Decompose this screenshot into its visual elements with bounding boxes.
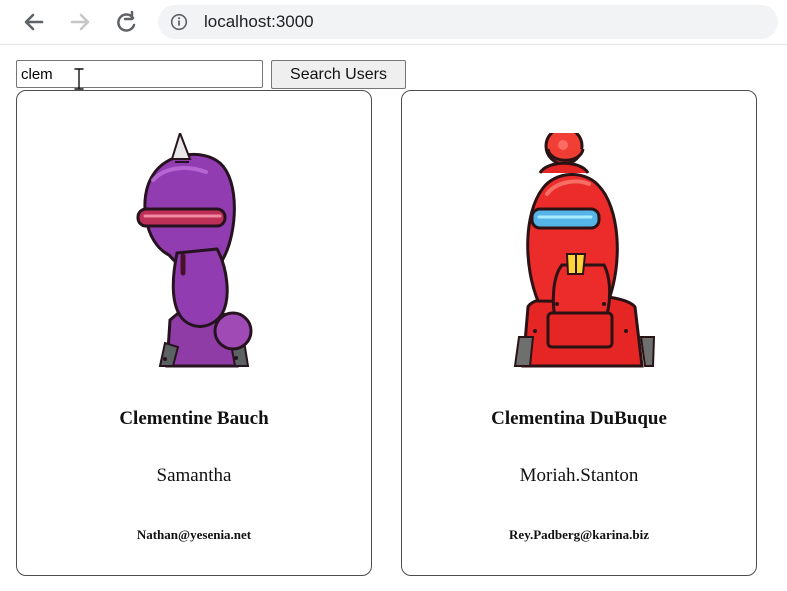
user-username: Moriah.Stanton [519,465,639,486]
user-email: Rey.Padberg@karina.biz [509,527,649,542]
reload-icon[interactable] [112,8,140,36]
user-email: Nathan@yesenia.net [136,527,252,542]
purple-robot-avatar-icon [136,133,253,368]
forward-icon[interactable] [66,8,94,36]
user-name: Clementina DuBuque [491,408,667,429]
search-users-button[interactable]: Search Users [271,60,406,89]
user-search-page: Search Users Clementine Bauch Samantha N… [0,45,787,591]
info-icon[interactable] [170,13,188,31]
user-card-clementina-dubuque: Clementina DuBuque Moriah.Stanton Rey.Pa… [401,90,757,576]
address-url: localhost:3000 [204,12,314,31]
address-bar[interactable]: localhost:3000 [158,5,778,39]
user-card-clementine-bauch: Clementine Bauch Samantha Nathan@yesenia… [16,90,372,576]
user-name: Clementine Bauch [119,408,269,429]
red-robot-avatar-icon [513,133,655,368]
user-username: Samantha [156,465,232,486]
back-icon[interactable] [20,8,48,36]
user-search-input[interactable] [16,60,263,88]
browser-toolbar: localhost:3000 [0,0,787,45]
